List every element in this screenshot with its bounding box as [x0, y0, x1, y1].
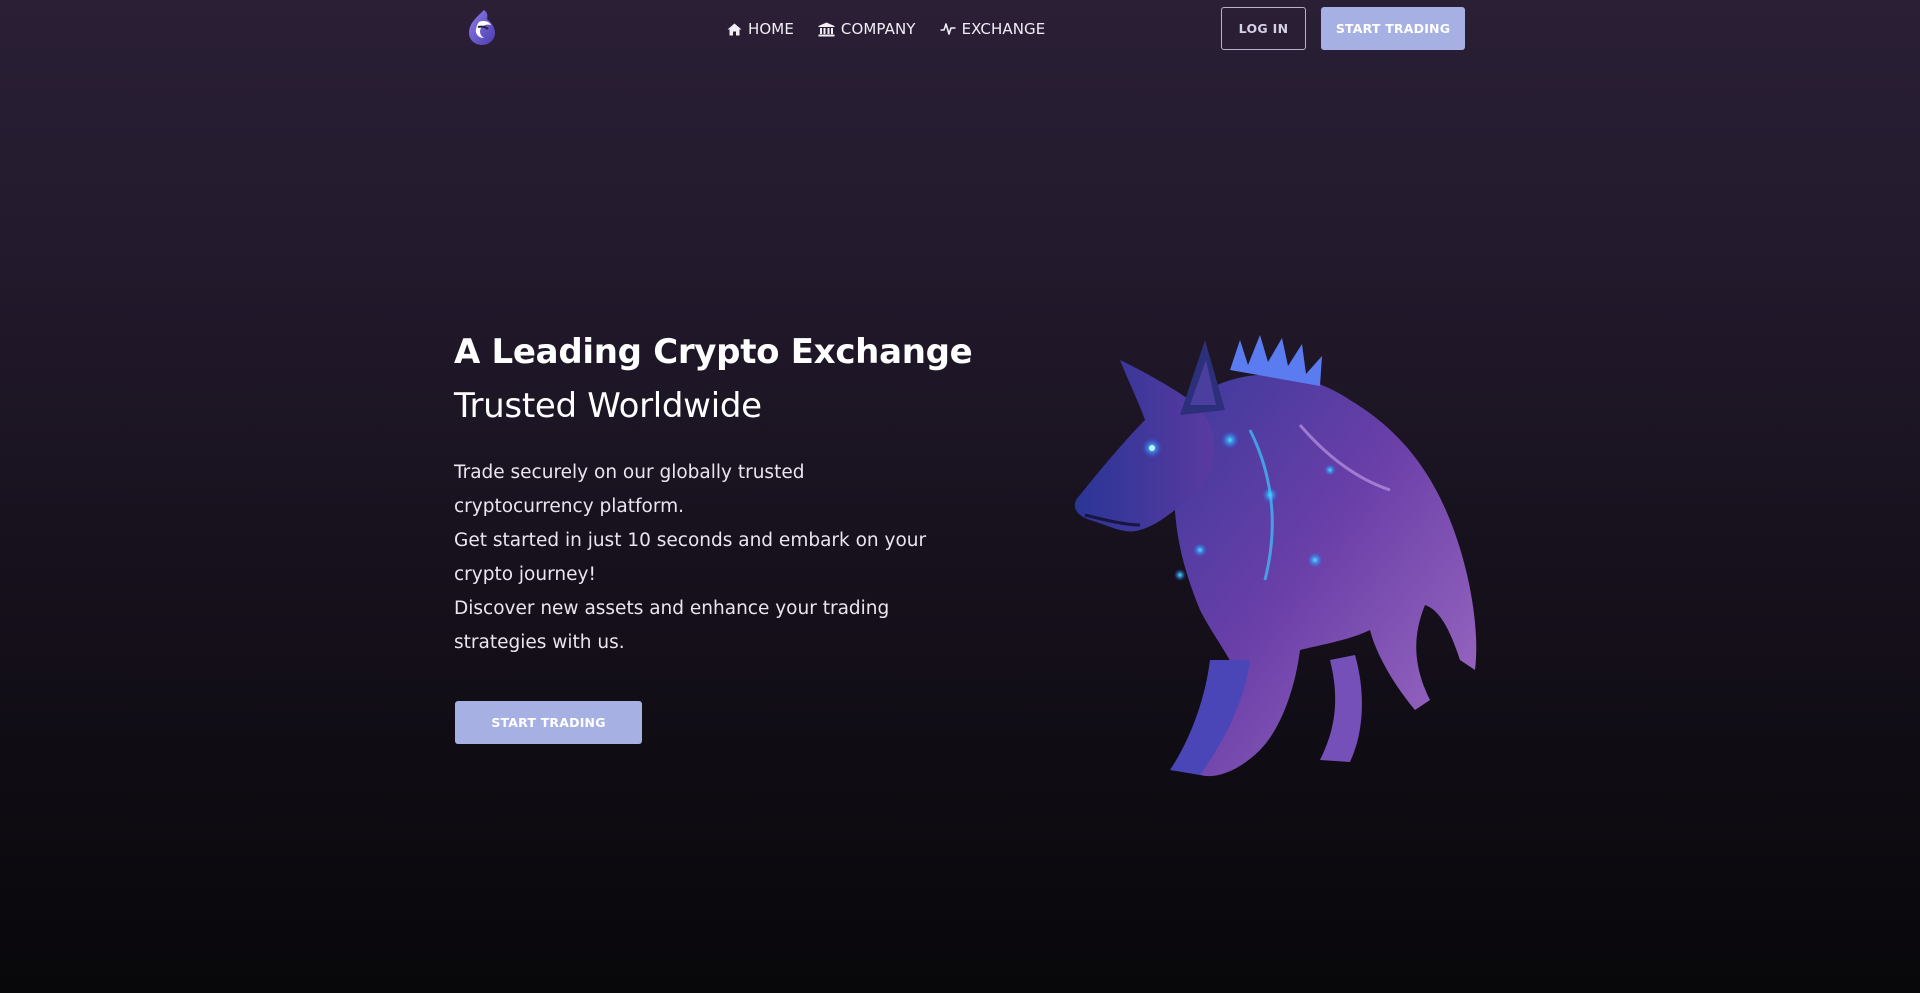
- nav-label-company: COMPANY: [840, 20, 916, 38]
- nav-item-exchange[interactable]: EXCHANGE: [940, 20, 1046, 38]
- cyber-wolf-image: [1030, 330, 1490, 800]
- hero-title: A Leading Crypto Exchange: [454, 332, 973, 372]
- home-icon: [727, 23, 742, 35]
- nav-label-exchange: EXCHANGE: [961, 20, 1046, 38]
- start-trading-header-button[interactable]: START TRADING: [1321, 7, 1465, 50]
- start-trading-hero-button[interactable]: START TRADING: [455, 701, 642, 744]
- brand-logo[interactable]: [465, 8, 499, 46]
- nav-item-home[interactable]: HOME: [727, 20, 794, 38]
- bank-icon: [818, 22, 835, 36]
- flame-drop-logo-icon: [469, 10, 495, 45]
- pulse-icon: [940, 23, 956, 35]
- hero-subtitle: Trusted Worldwide: [454, 386, 762, 426]
- main-nav: HOME COMPANY EXCHANGE: [727, 18, 1045, 40]
- hero-description: Trade securely on our globally trusted c…: [454, 456, 944, 660]
- nav-item-company[interactable]: COMPANY: [818, 20, 916, 38]
- hero-description-line: Get started in just 10 seconds and embar…: [454, 530, 927, 585]
- nav-label-home: HOME: [748, 20, 794, 38]
- login-button[interactable]: LOG IN: [1221, 7, 1306, 50]
- hero-description-line: Discover new assets and enhance your tra…: [454, 598, 890, 653]
- site-header: HOME COMPANY EXCHANGE LOG IN START TRADI…: [0, 0, 1920, 56]
- hero-description-line: Trade securely on our globally trusted c…: [454, 462, 805, 517]
